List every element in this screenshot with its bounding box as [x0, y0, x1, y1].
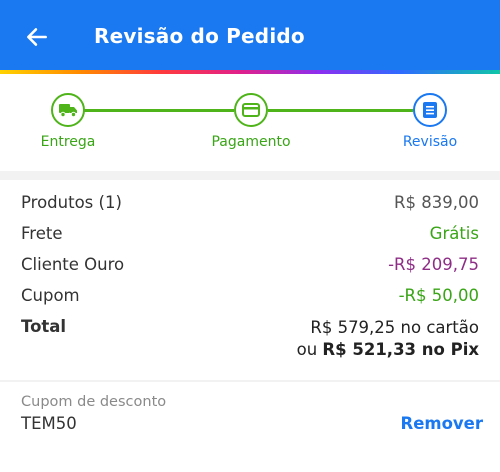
step-revisao[interactable]: [413, 93, 447, 127]
shipping-value: Grátis: [429, 224, 479, 243]
credit-card-icon: [242, 103, 260, 117]
pix-prefix: ou: [296, 340, 318, 359]
truck-icon: [59, 104, 77, 118]
step-label-revisao: Revisão: [402, 134, 458, 150]
arrow-left-icon: [27, 28, 47, 46]
app-header: Revisão do Pedido: [0, 0, 500, 70]
coupon-box: Cupom de desconto TEM50 Remover: [0, 382, 500, 472]
step-pagamento[interactable]: [234, 93, 268, 127]
stepper-line-1: [76, 109, 234, 112]
step-entrega[interactable]: [51, 93, 85, 127]
receipt-icon: [423, 102, 437, 118]
back-button[interactable]: [22, 22, 52, 52]
total-label: Total: [21, 317, 67, 336]
total-pix-line: ou R$ 521,33 no Pix: [297, 339, 479, 361]
checkout-stepper: Entrega Pagamento Revisão: [0, 74, 500, 171]
coupon-label: Cupom: [21, 286, 80, 305]
coupon-caption: Cupom de desconto: [21, 394, 167, 410]
products-value: R$ 839,00: [394, 193, 479, 212]
total-card-price: R$ 579,25 no cartão: [310, 318, 479, 337]
coupon-code: TEM50: [21, 414, 77, 433]
total-pix-price: R$ 521,33 no Pix: [322, 340, 479, 359]
step-label-pagamento: Pagamento: [211, 134, 291, 150]
remove-coupon-button[interactable]: Remover: [400, 414, 483, 433]
stepper-line-2: [268, 109, 413, 112]
gold-client-label: Cliente Ouro: [21, 255, 125, 274]
coupon-discount: -R$ 50,00: [398, 286, 479, 305]
shipping-label: Frete: [21, 224, 63, 243]
step-label-entrega: Entrega: [40, 134, 96, 150]
gold-client-discount: -R$ 209,75: [388, 255, 479, 274]
order-summary: Produtos (1) R$ 839,00 Frete Grátis Clie…: [0, 180, 500, 380]
products-label: Produtos (1): [21, 193, 122, 212]
page-title: Revisão do Pedido: [94, 24, 305, 48]
total-values: R$ 579,25 no cartão ou R$ 521,33 no Pix: [297, 317, 479, 361]
